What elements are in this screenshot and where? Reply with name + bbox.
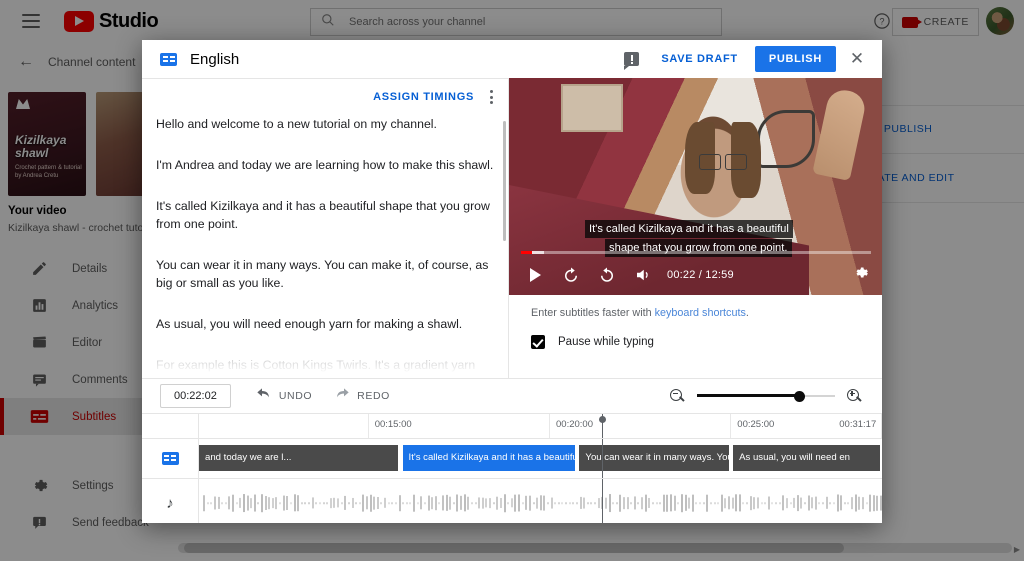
dialog-header: English SAVE DRAFT PUBLISH ✕	[142, 40, 882, 78]
caption-line-2: shape that you grow from one point.	[605, 239, 792, 257]
volume-icon[interactable]	[633, 265, 653, 285]
publish-button[interactable]: PUBLISH	[754, 46, 836, 72]
feedback-icon[interactable]	[624, 52, 640, 70]
caption-cue[interactable]: and today we are l...	[199, 445, 401, 471]
caption-track-gutter	[142, 439, 199, 478]
video-player[interactable]: It's called Kizilkaya and it has a beaut…	[509, 78, 882, 295]
transcript-scrollbar[interactable]	[503, 121, 506, 241]
transcript-toolbar: ASSIGN TIMINGS	[142, 79, 508, 115]
ruler-tick-label: 00:25:00	[737, 419, 775, 430]
ruler-tick: 00:20:00	[549, 414, 593, 438]
ruler-tick-label: 00:15:00	[374, 419, 412, 430]
timeline-ruler[interactable]: 00:15:00 00:20:00 00:25:00 00:31:17	[142, 413, 882, 438]
pause-while-typing-checkbox[interactable]	[531, 335, 545, 349]
video-progress-bar[interactable]	[521, 251, 871, 254]
timeline-zoom-controls	[670, 388, 862, 404]
redo-arrow-icon	[334, 387, 350, 405]
transcript-line[interactable]: It's called Kizilkaya and it has a beaut…	[156, 197, 494, 233]
subtitle-editor-dialog: English SAVE DRAFT PUBLISH ✕ ASSIGN TIMI…	[142, 40, 882, 523]
zoom-slider[interactable]	[697, 389, 835, 403]
audio-track: ♪	[142, 478, 882, 523]
transcript-line[interactable]: As usual, you will need enough yarn for …	[156, 315, 494, 333]
timeline-toolbar: 00:22:02 UNDO REDO	[142, 378, 882, 413]
replay-5-icon[interactable]	[561, 265, 581, 285]
ruler-tick: 00:25:00	[730, 414, 774, 438]
play-icon[interactable]	[525, 265, 545, 285]
forward-5-icon[interactable]	[597, 265, 617, 285]
more-vertical-icon[interactable]	[488, 87, 495, 107]
transcript-text-area[interactable]: Hello and welcome to a new tutorial on m…	[142, 115, 508, 374]
close-icon[interactable]: ✕	[846, 48, 868, 70]
pause-while-typing-label: Pause while typing	[558, 336, 654, 348]
undo-label: UNDO	[278, 390, 313, 402]
pause-while-typing-row[interactable]: Pause while typing	[531, 335, 654, 349]
closed-caption-icon	[161, 452, 179, 465]
undo-button[interactable]: UNDO	[256, 387, 313, 405]
video-frame-glasses	[699, 154, 747, 170]
dialog-title: English	[190, 50, 240, 68]
hint-prefix: Enter subtitles faster with	[531, 307, 655, 319]
caption-track: and today we are l... It's called Kizilk…	[142, 438, 882, 478]
caption-line-1: It's called Kizilkaya and it has a beaut…	[585, 220, 793, 238]
playhead[interactable]	[601, 479, 603, 523]
playhead[interactable]	[599, 414, 607, 438]
transcript-line[interactable]: You can wear it in many ways. You can ma…	[156, 256, 494, 292]
zoom-slider-knob[interactable]	[793, 390, 805, 402]
redo-label: REDO	[357, 390, 390, 402]
music-note-icon: ♪	[166, 494, 174, 512]
progress-played	[521, 251, 533, 254]
ruler-gutter	[142, 414, 199, 438]
gear-icon[interactable]	[852, 264, 869, 286]
video-preview-pane: It's called Kizilkaya and it has a beaut…	[509, 78, 882, 378]
dialog-header-actions: SAVE DRAFT PUBLISH ✕	[624, 46, 882, 72]
keyboard-shortcuts-link[interactable]: keyboard shortcuts	[655, 307, 746, 319]
audio-track-gutter: ♪	[142, 479, 199, 523]
zoom-out-icon[interactable]	[670, 388, 685, 404]
ruler-tick-label: 00:31:17	[839, 419, 877, 430]
ruler-tick: 00:15:00	[367, 414, 412, 438]
caption-track-lane[interactable]: and today we are l... It's called Kizilk…	[199, 439, 882, 478]
audio-waveform[interactable]	[199, 479, 882, 523]
undo-arrow-icon	[256, 387, 272, 405]
video-time: 00:22 / 12:59	[667, 269, 734, 281]
ruler-tick-label: 00:20:00	[556, 419, 593, 430]
ruler-tick: 00:31:17	[839, 414, 882, 438]
playhead[interactable]	[601, 439, 603, 478]
video-controls: 00:22 / 12:59	[509, 261, 882, 289]
keyboard-shortcuts-hint: Enter subtitles faster with keyboard sho…	[531, 307, 749, 319]
closed-caption-icon	[160, 52, 177, 66]
save-draft-button[interactable]: SAVE DRAFT	[661, 53, 737, 65]
zoom-in-icon[interactable]	[847, 388, 862, 404]
timecode-field[interactable]: 00:22:02	[160, 384, 231, 408]
transcript-line[interactable]: Hello and welcome to a new tutorial on m…	[156, 115, 494, 133]
redo-button[interactable]: REDO	[334, 387, 390, 405]
assign-timings-button[interactable]: ASSIGN TIMINGS	[373, 91, 474, 103]
video-frame-chair	[757, 110, 815, 168]
transcript-line[interactable]: I'm Andrea and today we are learning how…	[156, 156, 494, 174]
caption-cue-selected[interactable]: It's called Kizilkaya and it has a beaut…	[402, 445, 578, 471]
video-frame-shelf	[561, 84, 623, 132]
caption-cue[interactable]: As usual, you will need en	[733, 445, 882, 471]
transcript-pane: ASSIGN TIMINGS Hello and welcome to a ne…	[142, 78, 509, 378]
subtitle-options: Enter subtitles faster with keyboard sho…	[509, 295, 882, 378]
dialog-body: ASSIGN TIMINGS Hello and welcome to a ne…	[142, 78, 882, 378]
hint-suffix: .	[745, 307, 749, 319]
transcript-line-partial[interactable]: For example this is Cotton Kings Twirls.…	[156, 356, 494, 374]
